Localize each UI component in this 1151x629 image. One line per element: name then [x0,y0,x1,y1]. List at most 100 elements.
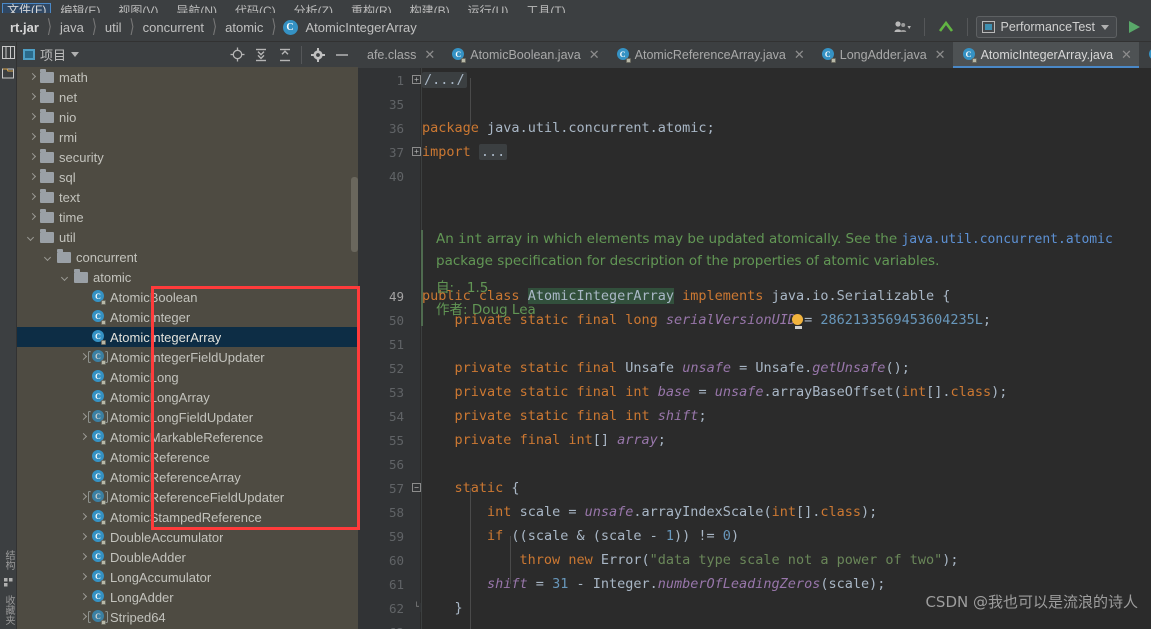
locate-target-icon[interactable] [225,45,249,65]
breadcrumb-item-util[interactable]: util [103,20,124,35]
hide-icon[interactable] [330,45,354,65]
close-icon[interactable]: ✕ [794,49,805,62]
menu-item-6[interactable]: 重构(R) [342,5,401,13]
tree-row[interactable]: time [17,207,358,227]
structure-window-icon[interactable] [0,42,17,63]
tree-row[interactable]: C AtomicLongArray [17,387,358,407]
tree-row[interactable]: C DoubleAdder [17,547,358,567]
tree-row[interactable]: C AtomicBoolean [17,287,358,307]
menu-item-1[interactable]: 编辑(E) [51,5,109,13]
tree-row[interactable]: C AtomicMarkableReference [17,427,358,447]
breadcrumb-item-class[interactable]: AtomicIntegerArray [304,20,419,35]
chevron-right-icon[interactable] [27,92,38,103]
fold-collapse-icon[interactable]: − [412,483,421,492]
tab-safe-class[interactable]: afe.class ✕ [358,42,442,68]
menu-item-7[interactable]: 构建(B) [401,5,459,13]
breadcrumb-item-concurrent[interactable]: concurrent [141,20,206,35]
fold-expand-icon[interactable]: + [412,75,421,84]
menu-item-5[interactable]: 分析(Z) [285,5,342,13]
intention-bulb-icon[interactable] [792,314,804,329]
tree-row[interactable]: C LongAccumulator [17,567,358,587]
chevron-right-icon[interactable] [78,532,89,543]
fold-collapse-icon[interactable]: └ [412,603,421,612]
tree-row[interactable]: C AtomicReferenceFieldUpdater [17,487,358,507]
tree-row[interactable]: C LongAdder [17,587,358,607]
menu-item-2[interactable]: 视图(V) [109,5,167,13]
menu-item-8[interactable]: 运行(U) [459,5,518,13]
gear-icon[interactable] [306,45,330,65]
breadcrumb-item-atomic[interactable]: atomic [223,20,265,35]
chevron-right-icon[interactable] [27,212,38,223]
tab-atomicreferencearray[interactable]: C AtomicReferenceArray.java ✕ [607,42,812,68]
tree-row[interactable]: C AtomicLongFieldUpdater [17,407,358,427]
run-play-icon[interactable] [1121,16,1147,38]
tab-atomicboolean[interactable]: C AtomicBoolean.java ✕ [442,42,606,68]
java-class-icon: C [91,470,106,485]
user-settings-icon[interactable] [890,16,916,38]
project-title-group[interactable]: 项目 [17,45,80,64]
chevron-right-icon[interactable] [78,512,89,523]
tree-scrollbar[interactable] [351,177,358,252]
close-icon[interactable]: ✕ [1121,49,1132,62]
sidebar-item-structure[interactable]: 结构 [0,546,17,574]
folder-icon [40,188,54,203]
tree-row[interactable]: C AtomicLong [17,367,358,387]
close-icon[interactable]: ✕ [424,49,435,62]
chevron-right-icon[interactable] [78,432,89,443]
tree-row[interactable]: math [17,67,358,87]
breadcrumb-item-rtjar[interactable]: rt.jar [8,20,41,35]
code-editor[interactable]: 1 +/.../35 36 package java.util.concurrent.… [358,68,1151,629]
tab-longadder[interactable]: C LongAdder.java ✕ [812,42,953,68]
tree-row[interactable]: C AtomicStampedReference [17,507,358,527]
tree-row[interactable]: C AtomicReference [17,447,358,467]
tree-row[interactable]: text [17,187,358,207]
expand-all-icon[interactable] [249,45,273,65]
chevron-right-icon[interactable] [78,572,89,583]
breadcrumb-item-java[interactable]: java [58,20,86,35]
tree-row[interactable]: C Striped64 [17,607,358,627]
chevron-right-icon[interactable] [27,152,38,163]
project-window-icon[interactable] [0,63,17,84]
tree-row[interactable]: util [17,227,358,247]
tree-row[interactable]: C AtomicReferenceArray [17,467,358,487]
collapse-all-icon[interactable] [273,45,297,65]
tree-row[interactable]: C AtomicIntegerArray [17,327,358,347]
menu-item-0[interactable]: 文件(F) [2,3,52,13]
run-configuration-selector[interactable]: PerformanceTest [975,16,1117,38]
tree-row[interactable]: C DoubleAccumulator [17,527,358,547]
chevron-down-icon[interactable] [44,252,55,263]
chevron-down-icon[interactable] [27,232,38,243]
tree-row[interactable]: net [17,87,358,107]
menu-item-4[interactable]: 代码(C) [226,5,285,13]
close-icon[interactable]: ✕ [935,49,946,62]
close-icon[interactable]: ✕ [589,49,600,62]
chevron-down-icon[interactable] [71,52,80,57]
fold-expand-icon[interactable]: + [412,147,421,156]
tree-row[interactable]: concurrent [17,247,358,267]
abstract-class-icon: C [88,350,108,365]
sidebar-item-favorites[interactable]: 收藏夹 [0,591,17,629]
tree-row[interactable]: sql [17,167,358,187]
chevron-right-icon[interactable] [27,132,38,143]
menu-item-9[interactable]: 工具(T) [517,5,574,13]
tree-row[interactable]: C AtomicIntegerFieldUpdater [17,347,358,367]
chevron-right-icon[interactable] [27,172,38,183]
chevron-right-icon[interactable] [27,72,38,83]
tree-row[interactable]: rmi [17,127,358,147]
menu-item-3[interactable]: 导航(N) [167,5,226,13]
chevron-right-icon[interactable] [27,192,38,203]
chevron-down-icon[interactable] [61,272,72,283]
tree-row[interactable]: security [17,147,358,167]
java-class-icon: C [91,530,106,545]
tab-atomicintegerarray[interactable]: C AtomicIntegerArray.java ✕ [952,42,1139,68]
code-lines[interactable]: 1 +/.../35 36 package java.util.concurrent.… [358,68,1151,629]
project-tree[interactable]: math net nio rmi security sql text time util conc… [17,67,358,629]
tab-overflow[interactable]: C [1139,42,1151,68]
green-arrow-up-icon[interactable] [933,16,959,38]
tree-row[interactable]: C AtomicInteger [17,307,358,327]
tree-row[interactable]: nio [17,107,358,127]
tree-row[interactable]: atomic [17,267,358,287]
chevron-right-icon[interactable] [78,552,89,563]
chevron-right-icon[interactable] [78,592,89,603]
chevron-right-icon[interactable] [27,112,38,123]
